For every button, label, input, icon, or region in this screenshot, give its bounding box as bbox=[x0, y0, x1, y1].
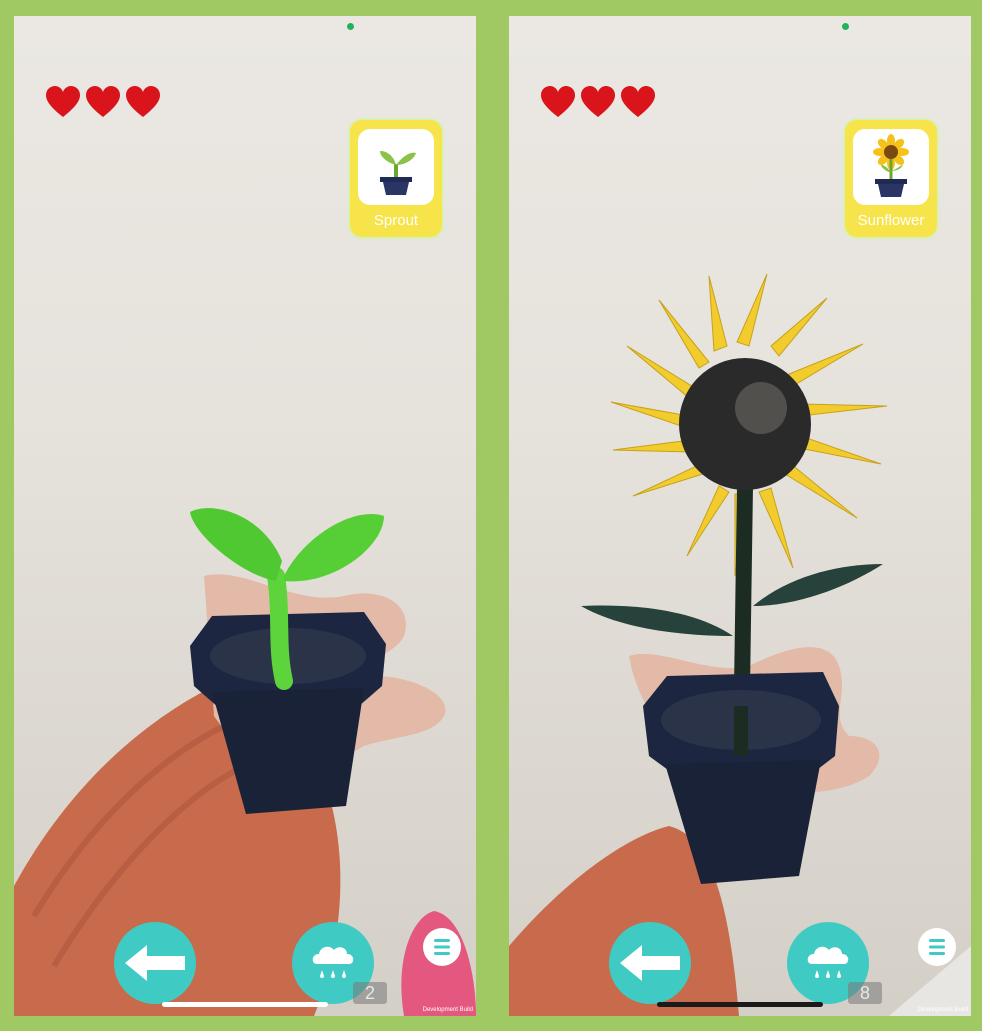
water-count: 8 bbox=[848, 982, 882, 1004]
home-indicator[interactable] bbox=[162, 1002, 328, 1007]
water-count: 2 bbox=[353, 982, 387, 1004]
heart-icon bbox=[86, 86, 120, 117]
lives-hearts bbox=[541, 86, 655, 118]
phone-screen-sunflower: Sunflower 8 Development Build bbox=[509, 16, 971, 1016]
dev-build-label: Development Build bbox=[422, 1007, 473, 1013]
menu-button[interactable] bbox=[918, 928, 956, 966]
rain-cloud-icon bbox=[312, 946, 354, 978]
heart-icon bbox=[541, 86, 575, 117]
phone-screen-sprout: Sprout 2 Development Build bbox=[14, 16, 476, 1016]
sunflower-icon bbox=[873, 134, 909, 197]
camera-indicator bbox=[347, 23, 354, 30]
plant-card-image bbox=[358, 129, 434, 205]
heart-icon bbox=[126, 86, 160, 117]
lives-hearts bbox=[46, 86, 160, 118]
camera-indicator bbox=[842, 23, 849, 30]
plant-card-image bbox=[853, 129, 929, 205]
arrow-left-icon bbox=[125, 945, 185, 981]
heart-icon bbox=[581, 86, 615, 117]
dev-build-label: Development Build bbox=[917, 1007, 968, 1013]
back-button[interactable] bbox=[609, 922, 691, 1004]
menu-button[interactable] bbox=[423, 928, 461, 966]
plant-card[interactable]: Sprout bbox=[350, 120, 442, 237]
heart-icon bbox=[46, 86, 80, 117]
back-button[interactable] bbox=[114, 922, 196, 1004]
arrow-left-icon bbox=[620, 945, 680, 981]
plant-card-label: Sunflower bbox=[857, 212, 925, 229]
plant-card-label: Sprout bbox=[373, 212, 419, 229]
heart-icon bbox=[621, 86, 655, 117]
rain-cloud-icon bbox=[807, 946, 849, 978]
home-indicator[interactable] bbox=[657, 1002, 823, 1007]
menu-icon bbox=[434, 939, 450, 955]
sprout-icon bbox=[380, 151, 416, 195]
menu-icon bbox=[929, 939, 945, 955]
plant-card[interactable]: Sunflower bbox=[845, 120, 937, 237]
